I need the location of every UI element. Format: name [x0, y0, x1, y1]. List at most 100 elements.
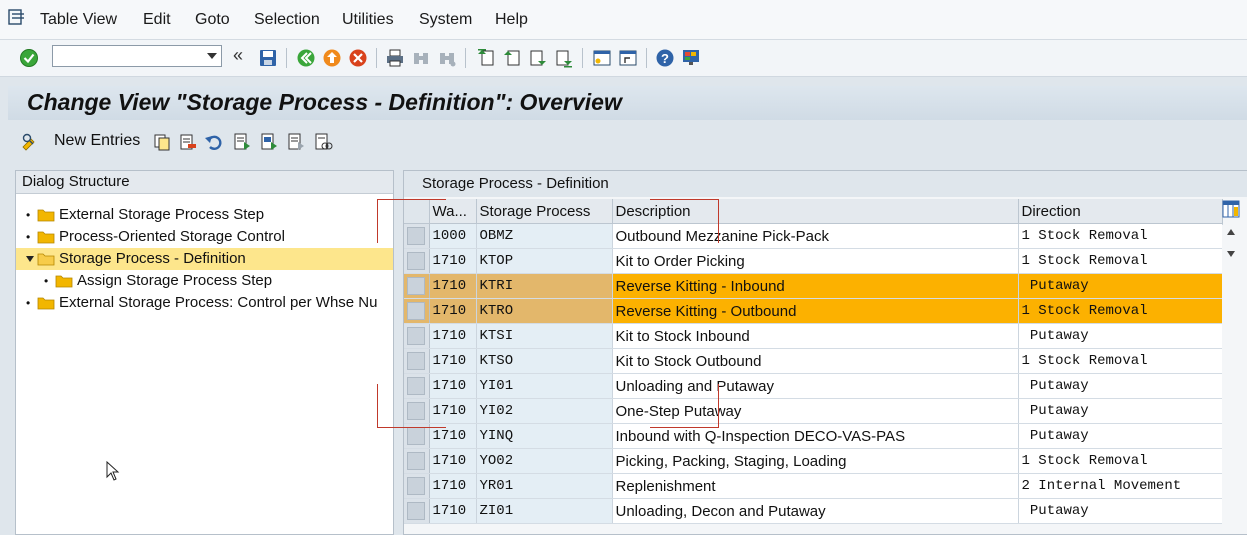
- cell-direction[interactable]: 2 Internal Movement: [1018, 473, 1223, 499]
- row-selector[interactable]: [404, 248, 430, 274]
- row-selector-box[interactable]: [407, 427, 425, 445]
- last-page-icon[interactable]: [554, 48, 574, 68]
- command-input[interactable]: [56, 47, 200, 67]
- print-list-icon[interactable]: [313, 132, 333, 152]
- row-selector[interactable]: [404, 348, 430, 374]
- row-selector-box[interactable]: [407, 302, 425, 320]
- select-block-icon[interactable]: [259, 132, 279, 152]
- save-icon[interactable]: [258, 48, 278, 68]
- cell-description[interactable]: Unloading, Decon and Putaway: [612, 498, 1019, 524]
- cell-description[interactable]: Picking, Packing, Staging, Loading: [612, 448, 1019, 474]
- customize-layout-icon[interactable]: [681, 48, 701, 68]
- tree-node[interactable]: • Assign Storage Process Step: [16, 270, 393, 292]
- cell-direction[interactable]: 1 Stock Removal: [1018, 248, 1223, 274]
- deselect-all-icon[interactable]: [286, 132, 306, 152]
- table-row[interactable]: 1710 KTRI Reverse Kitting - Inbound Putawa…: [404, 273, 1223, 299]
- cell-direction[interactable]: Putaway: [1018, 323, 1223, 349]
- folder-open-icon: [37, 253, 55, 266]
- menu-goto[interactable]: Goto: [195, 11, 230, 29]
- first-page-icon[interactable]: [476, 48, 496, 68]
- menu-selection[interactable]: Selection: [254, 11, 320, 29]
- table-row[interactable]: 1710 KTSO Kit to Stock Outbound 1 Stock Rem…: [404, 348, 1223, 374]
- previous-page-icon[interactable]: [502, 48, 522, 68]
- row-selector[interactable]: [404, 498, 430, 524]
- row-selector[interactable]: [404, 323, 430, 349]
- row-selector-box[interactable]: [407, 352, 425, 370]
- cell-description[interactable]: Reverse Kitting - Inbound: [612, 273, 1019, 299]
- undo-icon[interactable]: [204, 132, 224, 152]
- cell-description[interactable]: Kit to Stock Outbound: [612, 348, 1019, 374]
- menu-list-icon[interactable]: [8, 9, 26, 25]
- cell-direction[interactable]: 1 Stock Removal: [1018, 448, 1223, 474]
- vertical-scrollbar[interactable]: [1222, 225, 1240, 534]
- table-row[interactable]: 1710 YINQ Inbound with Q-Inspection DECO-V…: [404, 423, 1223, 449]
- column-header-storage-process[interactable]: Storage Process: [476, 199, 613, 224]
- column-header-direction[interactable]: Direction: [1018, 199, 1223, 224]
- cell-description[interactable]: Kit to Stock Inbound: [612, 323, 1019, 349]
- display-change-icon[interactable]: [20, 132, 40, 152]
- cell-storage-process: YI02: [476, 398, 613, 424]
- row-selector[interactable]: [404, 273, 430, 299]
- expand-arrow-icon[interactable]: [26, 256, 34, 262]
- table-row[interactable]: 1710 YR01 Replenishment 2 Internal Movement: [404, 473, 1223, 499]
- help-icon[interactable]: ?: [655, 48, 675, 68]
- table-row[interactable]: 1710 KTSI Kit to Stock Inbound Putaway: [404, 323, 1223, 349]
- row-selector[interactable]: [404, 448, 430, 474]
- new-session-icon[interactable]: [592, 48, 612, 68]
- row-selector[interactable]: [404, 473, 430, 499]
- tree-node[interactable]: • External Storage Process: Control per W…: [16, 292, 393, 314]
- cancel-icon[interactable]: [348, 48, 368, 68]
- menu-system[interactable]: System: [419, 11, 472, 29]
- exit-icon[interactable]: [322, 48, 342, 68]
- next-page-icon[interactable]: [528, 48, 548, 68]
- command-field[interactable]: [52, 45, 222, 67]
- table-row[interactable]: 1710 KTRO Reverse Kitting - Outbound 1 Stoc…: [404, 298, 1223, 324]
- cell-direction[interactable]: Putaway: [1018, 373, 1223, 399]
- green-check-icon[interactable]: [19, 48, 39, 68]
- table-row[interactable]: 1000 OBMZ Outbound Mezzanine Pick-Pack 1 St…: [404, 223, 1223, 249]
- menu-utilities[interactable]: Utilities: [342, 11, 394, 29]
- row-selector-box[interactable]: [407, 252, 425, 270]
- table-row[interactable]: 1710 KTOP Kit to Order Picking 1 Stock Remo…: [404, 248, 1223, 274]
- menu-table-view[interactable]: Table View: [40, 11, 117, 29]
- table-row[interactable]: 1710 ZI01 Unloading, Decon and Putaway Put…: [404, 498, 1223, 524]
- tree-node[interactable]: • Process-Oriented Storage Control: [16, 226, 393, 248]
- cell-direction[interactable]: Putaway: [1018, 423, 1223, 449]
- tree-node[interactable]: Storage Process - Definition: [16, 248, 393, 270]
- cell-direction[interactable]: Putaway: [1018, 273, 1223, 299]
- menu-edit[interactable]: Edit: [143, 11, 171, 29]
- cell-description[interactable]: Reverse Kitting - Outbound: [612, 298, 1019, 324]
- new-entries-button[interactable]: New Entries: [54, 132, 140, 150]
- copy-icon[interactable]: [152, 132, 172, 152]
- table-row[interactable]: 1710 YI01 Unloading and Putaway Putaway: [404, 373, 1223, 399]
- table-header-row: Wa... Storage Process Description Direct…: [404, 199, 1223, 224]
- scroll-up-icon[interactable]: [1227, 229, 1235, 235]
- cell-direction[interactable]: 1 Stock Removal: [1018, 298, 1223, 324]
- tree-node[interactable]: • External Storage Process Step: [16, 204, 393, 226]
- cell-description[interactable]: Replenishment: [612, 473, 1019, 499]
- cell-direction[interactable]: 1 Stock Removal: [1018, 348, 1223, 374]
- table-row[interactable]: 1710 YI02 One-Step Putaway Putaway: [404, 398, 1223, 424]
- cell-direction[interactable]: Putaway: [1018, 498, 1223, 524]
- cell-direction[interactable]: Putaway: [1018, 398, 1223, 424]
- shortcut-icon[interactable]: [618, 48, 638, 68]
- menu-help[interactable]: Help: [495, 11, 528, 29]
- cell-warehouse: 1710: [429, 248, 477, 274]
- print-icon[interactable]: [385, 48, 405, 68]
- row-selector-box[interactable]: [407, 277, 425, 295]
- row-selector-box[interactable]: [407, 477, 425, 495]
- row-selector-box[interactable]: [407, 327, 425, 345]
- table-row[interactable]: 1710 YO02 Picking, Packing, Staging, Loadi…: [404, 448, 1223, 474]
- cell-direction[interactable]: 1 Stock Removal: [1018, 223, 1223, 249]
- collapse-arrows-icon[interactable]: «: [233, 45, 243, 66]
- delete-icon[interactable]: [178, 132, 198, 152]
- row-selector-box[interactable]: [407, 502, 425, 520]
- row-selector-box[interactable]: [407, 452, 425, 470]
- back-icon[interactable]: [296, 48, 316, 68]
- scroll-down-icon[interactable]: [1227, 251, 1235, 257]
- column-settings-icon[interactable]: [1222, 200, 1240, 218]
- chevron-down-icon[interactable]: [207, 53, 217, 59]
- row-selector[interactable]: [404, 298, 430, 324]
- cell-description[interactable]: Kit to Order Picking: [612, 248, 1019, 274]
- select-all-icon[interactable]: [232, 132, 252, 152]
